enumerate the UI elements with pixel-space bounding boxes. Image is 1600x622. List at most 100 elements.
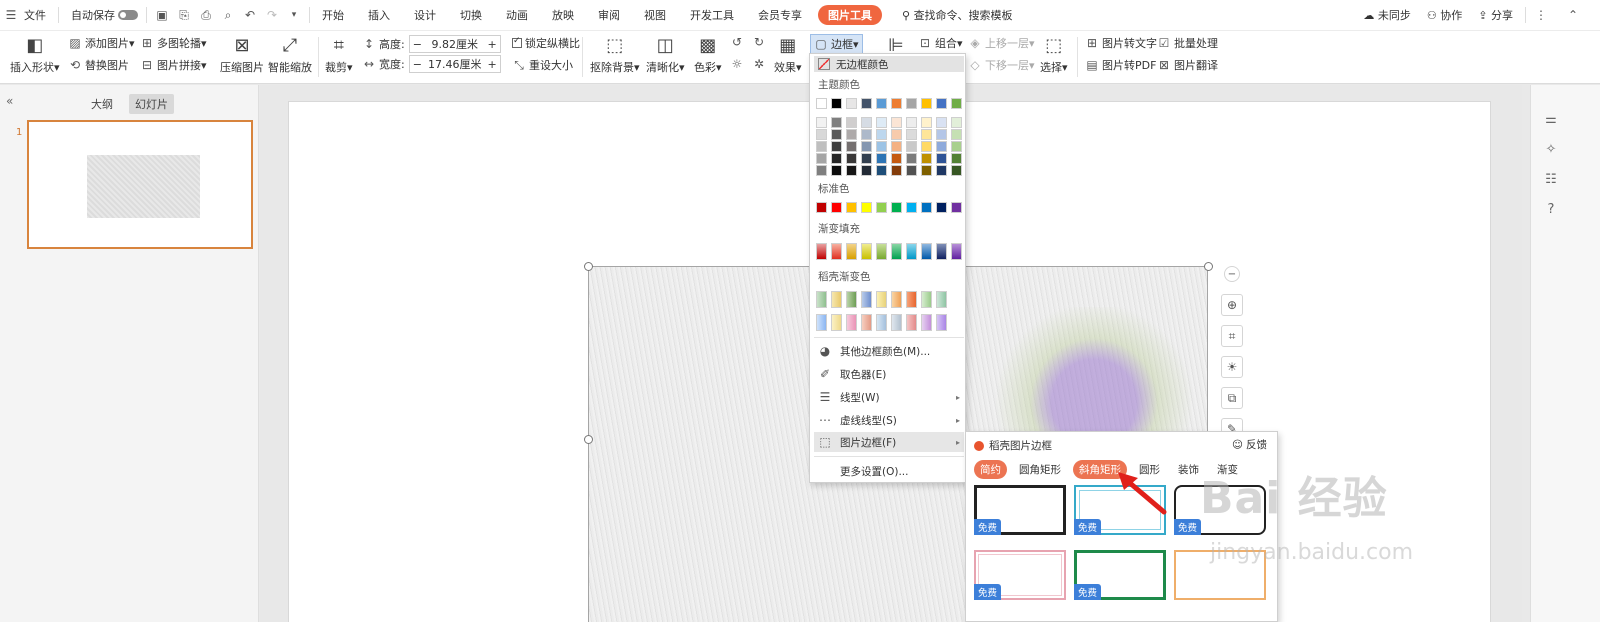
tab-review[interactable]: 审阅 — [590, 7, 628, 23]
color-swatch[interactable] — [876, 243, 887, 260]
tab-outline[interactable]: 大纲 — [85, 94, 119, 114]
color-swatch[interactable] — [876, 165, 887, 176]
tab-animation[interactable]: 动画 — [498, 7, 536, 23]
remove-bg-button[interactable]: ⬚ 抠除背景▾ — [590, 34, 640, 75]
color-swatch[interactable] — [921, 117, 932, 128]
color-swatch[interactable] — [906, 291, 917, 308]
color-swatch[interactable] — [846, 165, 857, 176]
color-swatch[interactable] — [936, 202, 947, 213]
insert-shape-button[interactable]: ◧ 插入形状▾ — [10, 34, 60, 75]
other-border-colors-item[interactable]: ◕ 其他边框颜色(M)... — [814, 341, 964, 361]
plus-icon[interactable]: + — [488, 38, 497, 51]
search-box[interactable]: ⚲ 查找命令、搜索模板 — [894, 7, 1021, 23]
color-swatch[interactable] — [816, 202, 827, 213]
comments-icon[interactable]: ☷ — [1541, 169, 1561, 189]
color-swatch[interactable] — [831, 141, 842, 152]
color-swatch[interactable] — [891, 117, 902, 128]
file-menu[interactable]: 文件 — [22, 7, 54, 23]
tab-picture-tools[interactable]: 图片工具 — [818, 5, 882, 25]
tab-rounded-rect[interactable]: 圆角矩形 — [1013, 460, 1067, 479]
layers-icon[interactable]: ⧉ — [1221, 387, 1243, 409]
more-icon[interactable]: ⋮ — [1532, 6, 1550, 24]
color-swatch[interactable] — [921, 98, 932, 109]
tab-simple[interactable]: 简约 — [974, 460, 1007, 479]
color-swatch[interactable] — [936, 117, 947, 128]
save-icon[interactable]: ▣ — [153, 6, 171, 24]
color-swatch[interactable] — [921, 153, 932, 164]
color-swatch[interactable] — [816, 314, 827, 331]
minus-icon[interactable]: − — [413, 38, 422, 51]
color-swatch[interactable] — [891, 98, 902, 109]
print-icon[interactable]: ⎙ — [197, 6, 215, 24]
bring-forward-button[interactable]: ◈ 上移一层 ▾ — [968, 35, 1034, 51]
color-swatch[interactable] — [921, 314, 932, 331]
color-swatch[interactable] — [906, 202, 917, 213]
border-template[interactable]: 免费 — [974, 550, 1066, 600]
color-swatch[interactable] — [906, 243, 917, 260]
color-swatch[interactable] — [816, 129, 827, 140]
color-swatch[interactable] — [816, 243, 827, 260]
color-swatch[interactable] — [906, 165, 917, 176]
batch-button[interactable]: ☑ 批量处理 — [1157, 35, 1218, 51]
color-swatch[interactable] — [906, 153, 917, 164]
animation-icon[interactable]: ✧ — [1541, 139, 1561, 159]
tab-slides[interactable]: 幻灯片 — [129, 94, 174, 114]
height-stepper[interactable]: −9.82厘米 + — [408, 35, 501, 53]
color-swatch[interactable] — [921, 202, 932, 213]
smart-zoom-button[interactable]: ⤢ 智能缩放 — [268, 34, 312, 75]
rotate-right-button[interactable]: ↻ — [752, 35, 769, 49]
tab-design[interactable]: 设计 — [406, 7, 444, 23]
color-swatch[interactable] — [876, 291, 887, 308]
color-swatch[interactable] — [876, 117, 887, 128]
color-swatch[interactable] — [846, 129, 857, 140]
collapse-icon[interactable]: − — [1224, 266, 1240, 282]
color-swatch[interactable] — [891, 141, 902, 152]
color-swatch[interactable] — [906, 98, 917, 109]
color-swatch[interactable] — [816, 153, 827, 164]
slide-thumbnail[interactable] — [27, 120, 253, 249]
preview-icon[interactable]: ⌕ — [219, 6, 237, 24]
undo-icon[interactable]: ↶ — [241, 6, 259, 24]
color-swatch[interactable] — [831, 202, 842, 213]
collapse-icon[interactable]: ⌃ — [1564, 6, 1582, 24]
add-picture-button[interactable]: ▨ 添加图片 ▾ — [68, 35, 134, 51]
color-swatch[interactable] — [936, 165, 947, 176]
color-swatch[interactable] — [951, 153, 962, 164]
more-settings-item[interactable]: 更多设置(O)... — [814, 461, 964, 481]
color-swatch[interactable] — [936, 129, 947, 140]
width-stepper[interactable]: −17.46厘米 + — [408, 55, 501, 73]
no-border-option[interactable]: 无边框颜色 — [814, 56, 964, 72]
color-swatch[interactable] — [816, 117, 827, 128]
tab-view[interactable]: 视图 — [636, 7, 674, 23]
color-swatch[interactable] — [906, 129, 917, 140]
crop-icon[interactable]: ⌗ — [1221, 325, 1243, 347]
color-swatch[interactable] — [921, 129, 932, 140]
color-swatch[interactable] — [831, 291, 842, 308]
color-swatch[interactable] — [846, 153, 857, 164]
rotate-left-button[interactable]: ↺ — [730, 35, 747, 49]
color-swatch[interactable] — [951, 202, 962, 213]
color-swatch[interactable] — [876, 314, 887, 331]
resize-handle[interactable] — [1204, 262, 1213, 271]
color-swatch[interactable] — [861, 202, 872, 213]
tab-home[interactable]: 开始 — [314, 7, 352, 23]
color-swatch[interactable] — [861, 141, 872, 152]
color-swatch[interactable] — [831, 117, 842, 128]
color-swatch[interactable] — [921, 165, 932, 176]
color-swatch[interactable] — [861, 117, 872, 128]
lock-ratio-checkbox[interactable]: 锁定纵横比 — [512, 35, 580, 51]
collab-button[interactable]: ⚇ 协作 — [1419, 7, 1470, 23]
color-swatch[interactable] — [951, 165, 962, 176]
color-swatch[interactable] — [831, 243, 842, 260]
color-swatch[interactable] — [861, 291, 872, 308]
tab-member[interactable]: 会员专享 — [750, 7, 810, 23]
dash-type-item[interactable]: ⋯ 虚线线型(S) ▸ — [814, 410, 964, 430]
multi-carousel-button[interactable]: ⊞ 多图轮播 ▾ — [140, 35, 207, 51]
help-icon[interactable]: ? — [1541, 199, 1561, 219]
zoom-in-icon[interactable]: ⊕ — [1221, 294, 1243, 316]
export-icon[interactable]: ⎘ — [175, 6, 193, 24]
color-swatch[interactable] — [906, 117, 917, 128]
color-swatch[interactable] — [846, 314, 857, 331]
combine-button[interactable]: ⊡ 组合 ▾ — [918, 35, 963, 51]
color-button[interactable]: ▩ 色彩▾ — [694, 34, 722, 75]
